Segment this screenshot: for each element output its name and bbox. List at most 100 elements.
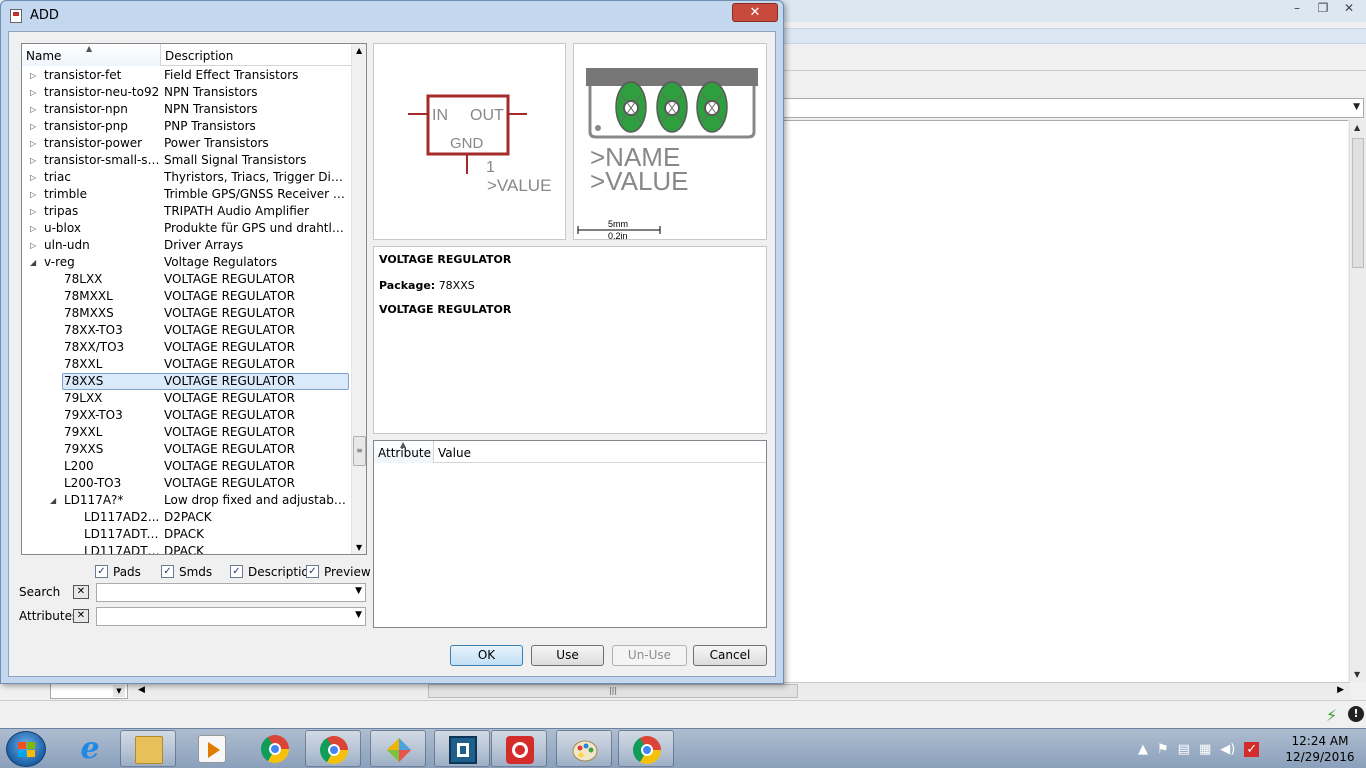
tree-row[interactable]: ◢ v-reg Voltage Regulators <box>22 254 351 271</box>
collapse-arrow-icon[interactable]: ◢ <box>50 492 60 509</box>
ok-button[interactable]: OK <box>450 645 523 666</box>
tree-row[interactable]: ▷ transistor-npn NPN Transistors <box>22 101 351 118</box>
dialog-close-button[interactable]: ✕ <box>732 3 778 22</box>
tree-row[interactable]: 78MXXL VOLTAGE REGULATOR <box>22 288 351 305</box>
taskbar-paint[interactable] <box>556 730 612 767</box>
lightning-icon[interactable]: ⚡ <box>1326 706 1337 725</box>
tree-row[interactable]: ▷ tripas TRIPATH Audio Amplifier <box>22 203 351 220</box>
tree-row[interactable]: 78XXL VOLTAGE REGULATOR <box>22 356 351 373</box>
tree-row[interactable]: 79XX-TO3 VOLTAGE REGULATOR <box>22 407 351 424</box>
tree-row[interactable]: L200-TO3 VOLTAGE REGULATOR <box>22 475 351 492</box>
system-clock[interactable]: 12:24 AM 12/29/2016 <box>1280 733 1360 765</box>
restore-icon[interactable]: ❐ <box>1312 0 1334 16</box>
tree-row[interactable]: 78XX-TO3 VOLTAGE REGULATOR <box>22 322 351 339</box>
tree-row[interactable]: ▷ transistor-fet Field Effect Transistors <box>22 67 351 84</box>
tree-row[interactable]: 79XXL VOLTAGE REGULATOR <box>22 424 351 441</box>
scroll-up-icon[interactable]: ▲ <box>1354 123 1360 132</box>
minimize-icon[interactable]: – <box>1286 0 1308 16</box>
scroll-down-icon[interactable]: ▼ <box>356 543 362 552</box>
expand-arrow-icon[interactable]: ▷ <box>30 186 40 203</box>
taskbar-chrome-3[interactable] <box>618 730 674 767</box>
action-center-flag-icon[interactable]: ⚑ <box>1157 742 1169 757</box>
tree-row[interactable]: ▷ u-blox Produkte für GPS und drahtlose ..… <box>22 220 351 237</box>
chevron-down-icon[interactable]: ▼ <box>355 610 362 620</box>
tree-row[interactable]: LD117ADT-... DPACK <box>22 526 351 543</box>
tree-row[interactable]: ▷ transistor-neu-to92 NPN Transistors <box>22 84 351 101</box>
taskbar-eagle[interactable] <box>491 730 547 767</box>
expand-arrow-icon[interactable]: ▷ <box>30 237 40 254</box>
expand-arrow-icon[interactable]: ▷ <box>30 135 40 152</box>
cancel-button[interactable]: Cancel <box>693 645 767 666</box>
tree-row[interactable]: ▷ triac Thyristors, Triacs, Trigger Diodes <box>22 169 351 186</box>
search-input[interactable]: ▼ <box>96 583 366 602</box>
clear-attributes-icon[interactable]: ✕ <box>73 609 89 623</box>
tree-row[interactable]: ▷ transistor-pnp PNP Transistors <box>22 118 351 135</box>
tree-row[interactable]: 79XXS VOLTAGE REGULATOR <box>22 441 351 458</box>
taskbar-app-square[interactable] <box>434 730 490 767</box>
attribute-table[interactable]: ▲ Attribute Value <box>373 440 767 628</box>
close-icon[interactable]: ✕ <box>1338 0 1360 16</box>
scroll-thumb[interactable]: ||| <box>428 684 798 698</box>
tree-scrollbar[interactable]: ▲ ≡ ▼ <box>351 44 366 554</box>
taskbar-app-diamond[interactable] <box>370 730 426 767</box>
expand-arrow-icon[interactable]: ▷ <box>30 101 40 118</box>
tree-row[interactable]: 78LXX VOLTAGE REGULATOR <box>22 271 351 288</box>
collapse-arrow-icon[interactable]: ◢ <box>30 254 40 271</box>
library-tree[interactable]: ▲ Name Description ▷ transistor-fet Field … <box>21 43 367 555</box>
expand-arrow-icon[interactable]: ▷ <box>30 203 40 220</box>
tree-row[interactable]: L200 VOLTAGE REGULATOR <box>22 458 351 475</box>
tree-row[interactable]: 79LXX VOLTAGE REGULATOR <box>22 390 351 407</box>
column-header-name[interactable]: ▲ Name <box>22 44 161 66</box>
unuse-button[interactable]: Un-Use <box>612 645 687 666</box>
editor-canvas[interactable] <box>780 120 1348 682</box>
antivirus-icon[interactable]: ✓ <box>1244 741 1260 757</box>
taskbar-chrome-1[interactable] <box>247 730 303 767</box>
attributes-input[interactable]: ▼ <box>96 607 366 626</box>
canvas-vertical-scrollbar[interactable]: ▲ ▼ <box>1349 120 1366 682</box>
canvas-horizontal-scrollbar[interactable]: ◀ ||| ▶ <box>130 682 1350 699</box>
expand-arrow-icon[interactable]: ▷ <box>30 67 40 84</box>
tree-row[interactable]: ▷ trimble Trimble GPS/GNSS Receiver Mo... <box>22 186 351 203</box>
tree-row[interactable]: ▷ uln-udn Driver Arrays <box>22 237 351 254</box>
layer-combo[interactable]: ▼ <box>50 682 128 699</box>
stop-icon[interactable]: ! <box>1348 706 1364 722</box>
tree-row[interactable]: ◢ LD117A?* Low drop fixed and adjustable p… <box>22 492 351 509</box>
tree-row[interactable]: 78XXS VOLTAGE REGULATOR <box>22 373 351 390</box>
tree-row[interactable]: LD117AD2... D2PACK <box>22 509 351 526</box>
volume-icon[interactable]: ◀) <box>1220 742 1235 757</box>
tree-row-name: 78LXX <box>64 272 103 286</box>
expand-arrow-icon[interactable]: ▷ <box>30 152 40 169</box>
expand-arrow-icon[interactable]: ▷ <box>30 169 40 186</box>
scroll-up-icon[interactable]: ▲ <box>356 46 362 55</box>
column-header-value[interactable]: Value <box>434 441 471 463</box>
tree-row[interactable]: 78MXXS VOLTAGE REGULATOR <box>22 305 351 322</box>
scroll-left-icon[interactable]: ◀ <box>138 685 145 695</box>
expand-arrow-icon[interactable]: ▷ <box>30 84 40 101</box>
expand-arrow-icon[interactable]: ▷ <box>30 118 40 135</box>
scroll-thumb[interactable]: ≡ <box>353 436 366 466</box>
background-combo[interactable]: ▼ <box>780 98 1364 118</box>
taskbar-internet-explorer[interactable]: e <box>62 730 118 767</box>
taskbar-chrome-2[interactable] <box>305 730 361 767</box>
scroll-thumb[interactable] <box>1352 138 1364 268</box>
taskbar-media-player[interactable] <box>184 730 240 767</box>
taskbar-file-explorer[interactable] <box>120 730 176 767</box>
scroll-down-icon[interactable]: ▼ <box>1354 670 1360 679</box>
scroll-right-icon[interactable]: ▶ <box>1337 685 1344 695</box>
dialog-titlebar[interactable]: ADD ✕ <box>1 1 783 31</box>
network-icon[interactable]: ▦ <box>1199 742 1211 757</box>
expand-arrow-icon[interactable]: ▷ <box>30 220 40 237</box>
package-label: Package: <box>379 279 436 292</box>
tree-row[interactable]: ▷ transistor-power Power Transistors <box>22 135 351 152</box>
use-button[interactable]: Use <box>531 645 604 666</box>
clear-search-icon[interactable]: ✕ <box>73 585 89 599</box>
column-header-attribute[interactable]: ▲ Attribute <box>374 440 434 463</box>
tree-row[interactable]: 78XX/TO3 VOLTAGE REGULATOR <box>22 339 351 356</box>
tree-row[interactable]: ▷ transistor-small-sig... Small Signal Tra… <box>22 152 351 169</box>
show-hidden-icons-icon[interactable]: ▲ <box>1138 742 1148 757</box>
usb-device-icon[interactable]: ▤ <box>1178 742 1190 757</box>
start-button[interactable] <box>6 731 46 767</box>
column-header-description[interactable]: Description <box>161 44 351 66</box>
tree-row[interactable]: LD117ADT1... DPACK <box>22 543 351 554</box>
chevron-down-icon[interactable]: ▼ <box>355 586 362 596</box>
